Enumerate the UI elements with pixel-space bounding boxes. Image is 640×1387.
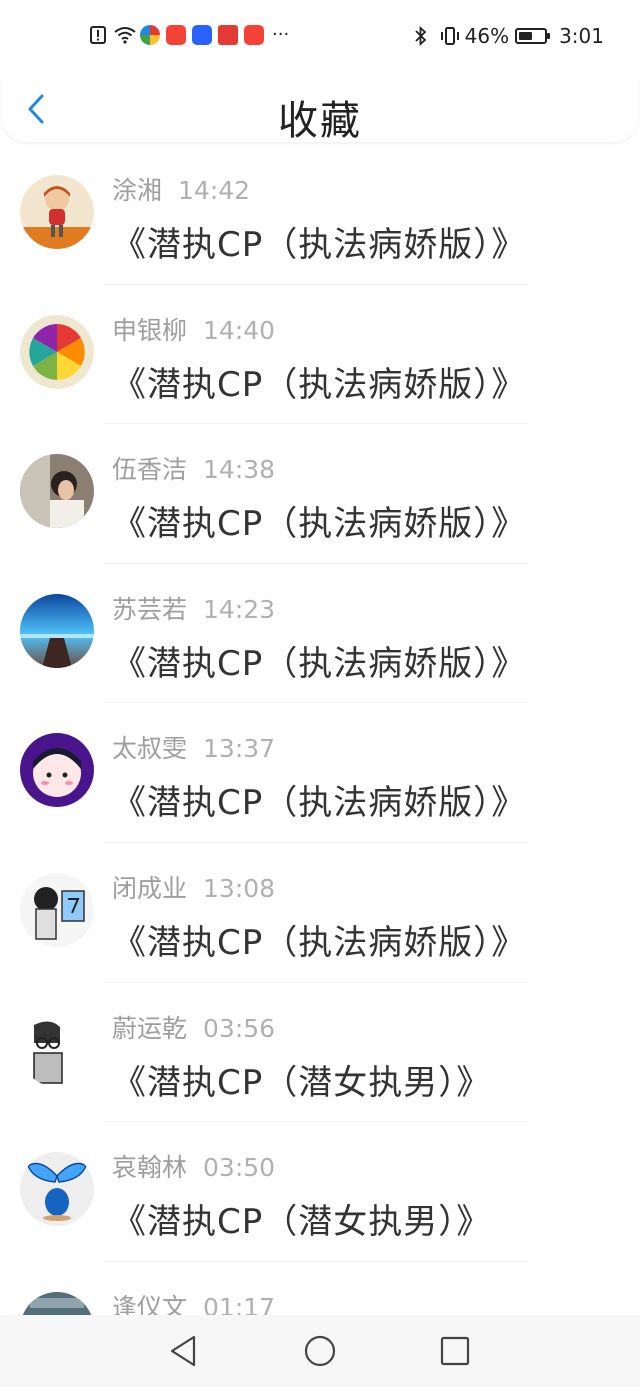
bluetooth-icon (413, 25, 433, 47)
item-meta: 伍香洁 14:38 (112, 450, 275, 486)
status-bar: ··· 46% 3:01 (0, 0, 640, 76)
wifi-icon (114, 25, 136, 45)
shopping-app-icon-2 (244, 24, 264, 45)
alert-icon (88, 25, 108, 45)
user-name: 伍香洁 (112, 455, 188, 485)
timestamp: 03:56 (203, 1013, 276, 1043)
item-title: 《潜执CP（潜女执男）》 (112, 1062, 492, 1103)
triangle-back-icon (170, 1335, 196, 1367)
avatar (20, 454, 94, 529)
item-title: 《潜执CP（潜女执男）》 (112, 1202, 492, 1243)
list-item[interactable]: 涂湘 14:42 《潜执CP（执法病娇版）》 (0, 145, 640, 285)
system-nav-bar (0, 1315, 640, 1387)
nav-recents-button[interactable] (437, 1333, 473, 1369)
list-item[interactable]: 蔚运乾 03:56 《潜执CP（潜女执男）》 (0, 983, 640, 1123)
item-meta: 闭成业 13:08 (112, 869, 275, 905)
list-item[interactable]: 苏芸若 14:23 《潜执CP（执法病娇版）》 (0, 564, 640, 704)
user-name: 苏芸若 (112, 594, 188, 624)
item-meta: 逢仪文 01:17 (112, 1288, 275, 1315)
item-title: 《潜执CP（执法病娇版）》 (112, 643, 527, 684)
user-name: 蔚运乾 (112, 1013, 188, 1043)
list-item[interactable]: 闭成业 13:08 《潜执CP（执法病娇版）》 (0, 843, 640, 983)
user-name: 逢仪文 (112, 1292, 188, 1315)
timestamp: 03:50 (203, 1153, 276, 1183)
avatar (20, 593, 94, 668)
user-name: 闭成业 (112, 873, 188, 903)
user-name: 哀翰林 (112, 1153, 188, 1183)
timestamp: 14:38 (203, 455, 276, 485)
shopping-app-icon (166, 24, 186, 45)
item-title: 《潜执CP（执法病娇版）》 (112, 504, 527, 545)
avatar (20, 1012, 94, 1087)
item-meta: 苏芸若 14:23 (112, 590, 275, 626)
avatar (20, 175, 94, 249)
user-name: 太叔雯 (112, 734, 188, 764)
user-name: 涂湘 (112, 176, 163, 205)
list-item[interactable]: 申银柳 14:40 《潜执CP（执法病娇版）》 (0, 285, 640, 425)
item-meta: 哀翰林 03:50 (112, 1148, 275, 1184)
colorful-app-icon (140, 24, 160, 45)
status-right-icons: 46% 3:01 (413, 24, 604, 48)
avatar (20, 1291, 94, 1315)
avatar (20, 1152, 94, 1227)
item-title: 《潜执CP（执法病娇版）》 (112, 922, 527, 963)
battery-percent: 46% (464, 24, 510, 48)
battery-icon (515, 28, 551, 44)
timestamp: 13:08 (203, 873, 276, 903)
timestamp: 14:40 (203, 315, 276, 345)
vibrate-icon (439, 26, 459, 46)
avatar (20, 733, 94, 808)
circle-home-icon (304, 1335, 336, 1367)
item-meta: 涂湘 14:42 (112, 171, 250, 207)
timestamp: 01:17 (203, 1292, 276, 1315)
more-notifications-icon: ··· (272, 24, 290, 45)
square-recents-icon (440, 1336, 470, 1366)
item-title: 《潜执CP（执法病娇版）》 (112, 364, 527, 405)
item-title: 《潜执CP（执法病娇版）》 (112, 225, 527, 265)
nav-home-button[interactable] (302, 1333, 338, 1369)
status-left-icons: ··· (88, 24, 289, 45)
avatar (20, 314, 94, 389)
favorites-list: 涂湘 14:42 《潜执CP（执法病娇版）》 申银柳 14:40 《潜执CP（执法病… (0, 145, 640, 1315)
list-item[interactable]: 逢仪文 01:17 (0, 1262, 640, 1315)
nav-back-button[interactable] (166, 1333, 202, 1369)
page-title: 收藏 (278, 98, 362, 144)
baidu-app-icon (192, 24, 212, 45)
timestamp: 13:37 (203, 734, 276, 764)
timestamp: 14:42 (178, 176, 251, 205)
user-name: 申银柳 (112, 315, 188, 345)
list-item[interactable]: 伍香洁 14:38 《潜执CP（执法病娇版）》 (0, 424, 640, 564)
top-app-bar: 收藏 (2, 76, 638, 144)
item-meta: 太叔雯 13:37 (112, 729, 275, 765)
list-item[interactable]: 太叔雯 13:37 《潜执CP（执法病娇版）》 (0, 703, 640, 843)
clock: 3:01 (559, 24, 604, 48)
book-app-icon (218, 24, 238, 45)
item-title: 《潜执CP（执法病娇版）》 (112, 783, 527, 824)
item-meta: 申银柳 14:40 (112, 311, 275, 347)
timestamp: 14:23 (203, 594, 276, 624)
item-meta: 蔚运乾 03:56 (112, 1009, 275, 1045)
list-item[interactable]: 哀翰林 03:50 《潜执CP（潜女执男）》 (0, 1122, 640, 1262)
avatar (20, 872, 94, 947)
